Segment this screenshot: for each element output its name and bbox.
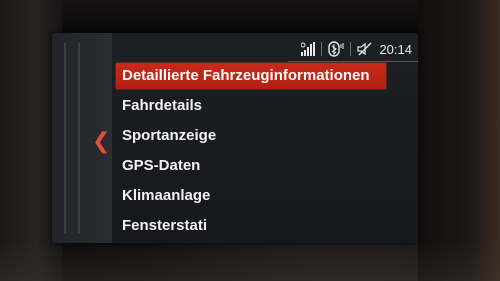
right-dashboard-trim [418, 0, 500, 281]
clock-time: 20:14 [379, 41, 412, 57]
menu-item-sport-display[interactable]: Sportanzeige [116, 121, 416, 151]
speaker-muted-icon [357, 41, 373, 57]
menu-item-trip-details[interactable]: Fahrdetails [116, 91, 416, 121]
menu-item-detailed-vehicle-info[interactable]: Detaillierte Fahrzeuginformationen [116, 63, 386, 89]
status-separator [350, 42, 352, 56]
panel-divider [64, 43, 66, 233]
menu-item-gps-data[interactable]: GPS-Daten [116, 151, 416, 181]
infotainment-screen: ❮ 20:14 Detaillierte Fahrzeuginformation… [52, 33, 418, 243]
panel-divider [78, 43, 80, 233]
dashboard-reflection [0, 241, 500, 281]
chevron-left-icon[interactable]: ❮ [92, 130, 110, 154]
status-bar: 20:14 [301, 40, 412, 58]
photo-scene: ❮ 20:14 Detaillierte Fahrzeuginformation… [0, 0, 500, 281]
menu-item-window-status[interactable]: Fensterstati [116, 211, 416, 241]
bluetooth-phone-icon [328, 41, 344, 57]
menu-item-climate[interactable]: Klimaanlage [116, 181, 416, 211]
vehicle-info-menu: Detaillierte Fahrzeuginformationen Fahrd… [116, 61, 416, 241]
signal-bars-icon [301, 41, 316, 57]
status-separator [321, 42, 323, 56]
